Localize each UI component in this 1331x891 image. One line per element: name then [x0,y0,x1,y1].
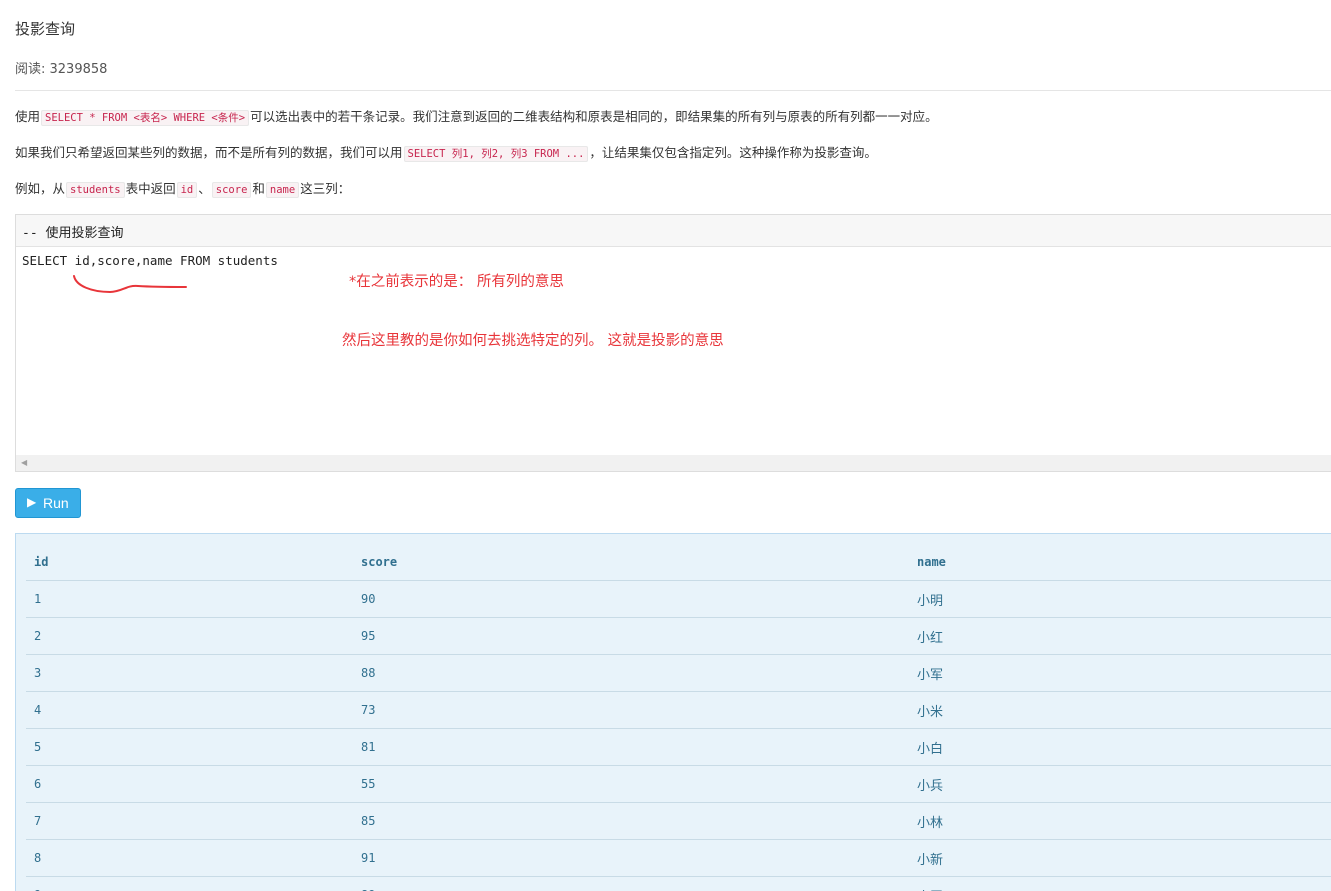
cell-id: 5 [26,728,353,766]
paragraph-text: 使用 [15,109,41,124]
paragraph-text: 这三列： [300,181,351,196]
cell-id: 3 [26,654,353,692]
table-row: 9 89 小王 [26,876,1331,891]
cell-score: 90 [353,580,909,618]
paragraph-2: 如果我们只希望返回某些列的数据，而不是所有列的数据，我们可以用 SELECT 列1… [15,143,877,164]
cell-id: 4 [26,691,353,729]
paragraph-3: 例如，从 students 表中返回 id、 score 和 name 这三列： [15,179,350,200]
read-count: 阅读: 3239858 [15,62,108,77]
paragraph-text: 表中返回 [125,181,176,196]
table-row: 5 81 小白 [26,728,1331,766]
paragraph-text: 如果我们只希望返回某些列的数据，而不是所有列的数据，我们可以用 [15,145,403,160]
horizontal-scrollbar[interactable]: ◀ [16,455,1331,471]
hand-drawn-underline [73,275,187,294]
paragraph-text: 和 [252,181,265,196]
cell-name: 小白 [909,728,1331,766]
column-header-name: name [909,544,1331,581]
cell-score: 73 [353,691,909,729]
cell-id: 9 [26,876,353,891]
annotation-note: *在之前表示的是： 所有列的意思 [349,274,564,290]
cell-name: 小兵 [909,765,1331,803]
cell-score: 95 [353,617,909,655]
annotation-note: 然后这里教的是你如何去挑选特定的列。 这就是投影的意思 [342,333,724,349]
table-row: 7 85 小林 [26,802,1331,840]
table-row: 4 73 小米 [26,691,1331,729]
cell-score: 55 [353,765,909,803]
table-header-row: id score name [26,544,1331,581]
cell-score: 88 [353,654,909,692]
cell-name: 小军 [909,654,1331,692]
inline-code: students [66,182,125,198]
cell-name: 小王 [909,876,1331,891]
column-header-id: id [26,544,353,581]
paragraph-text: 可以选出表中的若干条记录。我们注意到返回的二维表结构和原表是相同的，即结果集的所… [250,109,938,124]
table-row: 2 95 小红 [26,617,1331,655]
cell-score: 91 [353,839,909,877]
inline-code: SELECT * FROM <表名> WHERE <条件> [41,110,250,126]
cell-score: 89 [353,876,909,891]
table-row: 3 88 小军 [26,654,1331,692]
run-button-label: Run [43,495,69,511]
inline-code: name [265,182,300,198]
column-header-score: score [353,544,909,581]
paragraph-text: 例如，从 [15,181,66,196]
cell-name: 小新 [909,839,1331,877]
divider [15,90,1331,91]
results-table: id score name 1 90 小明 2 95 小红 3 88 小军 4 … [26,544,1331,891]
paragraph-text: 、 [198,181,211,196]
inline-code: score [211,182,252,198]
cell-id: 1 [26,580,353,618]
cell-name: 小明 [909,580,1331,618]
editor-header: -- 使用投影查询 [16,215,1331,247]
table-row: 6 55 小兵 [26,765,1331,803]
cell-name: 小米 [909,691,1331,729]
cell-score: 81 [353,728,909,766]
result-panel: id score name 1 90 小明 2 95 小红 3 88 小军 4 … [15,533,1331,891]
play-icon: ▶ [27,495,37,509]
paragraph-1: 使用 SELECT * FROM <表名> WHERE <条件> 可以选出表中的若干… [15,107,938,128]
paragraph-text: ，让结果集仅包含指定列。这种操作称为投影查询。 [589,145,877,160]
page-title: 投影查询 [15,20,76,38]
run-button[interactable]: ▶ Run [15,488,81,518]
cell-id: 6 [26,765,353,803]
cell-name: 小林 [909,802,1331,840]
cell-name: 小红 [909,617,1331,655]
scroll-left-icon[interactable]: ◀ [21,458,27,467]
cell-id: 7 [26,802,353,840]
cell-id: 2 [26,617,353,655]
inline-code: SELECT 列1, 列2, 列3 FROM ... [403,146,589,162]
cell-id: 8 [26,839,353,877]
editor-comment: -- 使用投影查询 [22,226,124,241]
inline-code: id [176,182,198,198]
table-row: 1 90 小明 [26,580,1331,618]
table-row: 8 91 小新 [26,839,1331,877]
cell-score: 85 [353,802,909,840]
editor-code-line[interactable]: SELECT id,score,name FROM students [22,253,278,268]
